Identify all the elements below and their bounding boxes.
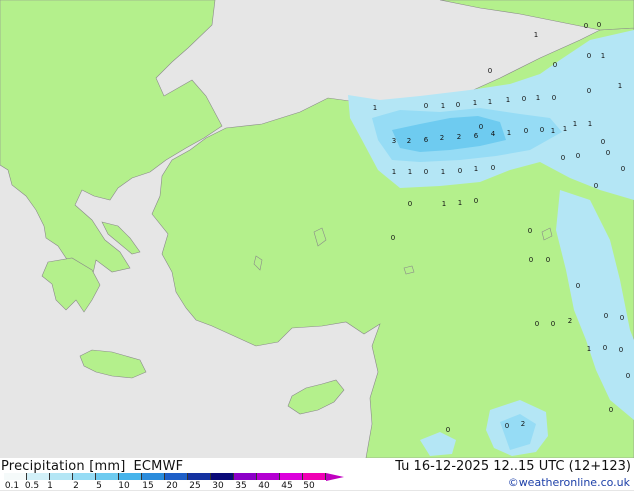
precip-value-label: 2: [457, 133, 461, 141]
precip-value-label: 1: [588, 120, 592, 128]
precip-value-label: 1: [392, 168, 396, 176]
forecast-datetime: Tu 16-12-2025 12..15 UTC (12+123): [395, 459, 631, 474]
precip-value-label: 0: [584, 22, 588, 30]
precip-value-label: 0: [540, 126, 544, 134]
precip-value-label: 0: [606, 149, 610, 157]
precip-value-label: 0: [576, 152, 580, 160]
precip-value-label: 0: [546, 256, 550, 264]
precip-value-label: 0: [474, 197, 478, 205]
precip-value-label: 0: [446, 426, 450, 434]
precip-value-label: 1: [373, 104, 377, 112]
precip-value-label: 1: [441, 168, 445, 176]
precip-value-label: 4: [491, 130, 496, 138]
precip-value-label: 0: [626, 372, 630, 380]
precip-value-label: 0: [620, 314, 624, 322]
precip-value-label: 1: [408, 168, 412, 176]
precip-value-label: 1: [506, 96, 510, 104]
color-scale-swatch: [142, 473, 165, 480]
color-scale-swatch: [4, 473, 27, 480]
precip-value-label: 1: [587, 345, 591, 353]
precip-value-label: 0: [597, 21, 601, 29]
precip-value-label: 0: [604, 312, 608, 320]
precip-value-label: 1: [507, 129, 511, 137]
precip-value-label: 0: [601, 138, 605, 146]
precip-value-label: 0: [587, 87, 591, 95]
precip-value-label: 1: [618, 82, 622, 90]
precip-value-label: 0: [524, 127, 528, 135]
precip-value-label: 0: [552, 94, 556, 102]
precip-value-label: 0: [505, 422, 509, 430]
precip-value-label: 1: [474, 165, 478, 173]
legend-title: Precipitation [mm] ECMWF: [1, 459, 183, 474]
copyright-link[interactable]: ©weatheronline.co.uk: [508, 476, 630, 489]
precip-value-label: 1: [601, 52, 605, 60]
precip-value-label: 2: [568, 317, 572, 325]
precip-value-label: 0: [603, 344, 607, 352]
precip-value-label: 0: [424, 168, 428, 176]
color-scale-swatch: [257, 473, 280, 480]
color-scale-swatch: [188, 473, 211, 480]
model-name: ECMWF: [133, 459, 184, 474]
precip-value-label: 0: [553, 61, 557, 69]
color-scale-swatch: [96, 473, 119, 480]
color-scale-swatch: [280, 473, 303, 480]
precip-value-label: 0: [391, 234, 395, 242]
precip-value-label: 1: [573, 120, 577, 128]
precip-value-label: 0: [587, 52, 591, 60]
precip-value-label: 0: [576, 282, 580, 290]
color-scale-swatch: [303, 473, 326, 480]
precip-value-label: 2: [440, 134, 444, 142]
color-scale-swatch: [119, 473, 142, 480]
precip-value-label: 0: [561, 154, 565, 162]
precip-value-label: 0: [621, 165, 625, 173]
color-scale-swatch: [165, 473, 188, 480]
legend-title-text: Precipitation [mm]: [1, 459, 126, 474]
color-scale-swatch: [211, 473, 234, 480]
color-scale-swatch: [73, 473, 96, 480]
precip-value-label: 1: [442, 200, 446, 208]
precip-value-label: 6: [424, 136, 429, 144]
precip-value-label: 0: [479, 123, 483, 131]
precip-value-label: 0: [619, 346, 623, 354]
precip-value-label: 1: [563, 125, 567, 133]
precip-value-label: 0: [551, 320, 555, 328]
color-scale-swatch: [50, 473, 73, 480]
precip-value-label: 1: [534, 31, 538, 39]
precip-value-label: 0: [528, 227, 532, 235]
precip-value-label: 0: [491, 164, 495, 172]
precip-value-label: 0: [594, 182, 598, 190]
precip-value-label: 1: [473, 99, 477, 107]
color-scale-swatch: [27, 473, 50, 480]
precip-value-label: 1: [488, 98, 492, 106]
color-scale-swatch: [234, 473, 257, 480]
precip-value-label: 0: [535, 320, 539, 328]
color-scale: [4, 472, 344, 481]
precip-value-label: 1: [536, 94, 540, 102]
precip-value-label: 1: [551, 127, 555, 135]
precip-value-label: 0: [456, 101, 460, 109]
precip-value-label: 3: [392, 137, 396, 145]
precip-value-label: 1: [441, 102, 445, 110]
precip-value-label: 1: [458, 199, 462, 207]
precip-value-label: 0: [488, 67, 492, 75]
precip-value-label: 6: [474, 132, 479, 140]
precip-value-label: 0: [529, 256, 533, 264]
precip-value-label: 0: [522, 95, 526, 103]
precip-value-label: 0: [458, 167, 462, 175]
precip-value-label: 0: [609, 406, 613, 414]
precip-value-label: 2: [521, 420, 525, 428]
precipitation-map: 10 000 10011 0 1 0 1 1 1 0 1 01 101 0 0 1 13 2 6 2 2 6 400 0001…: [0, 0, 634, 459]
precip-value-label: 0: [408, 200, 412, 208]
precip-value-label: 0: [424, 102, 428, 110]
color-scale-arrow: [326, 472, 344, 481]
precip-value-label: 2: [407, 137, 411, 145]
